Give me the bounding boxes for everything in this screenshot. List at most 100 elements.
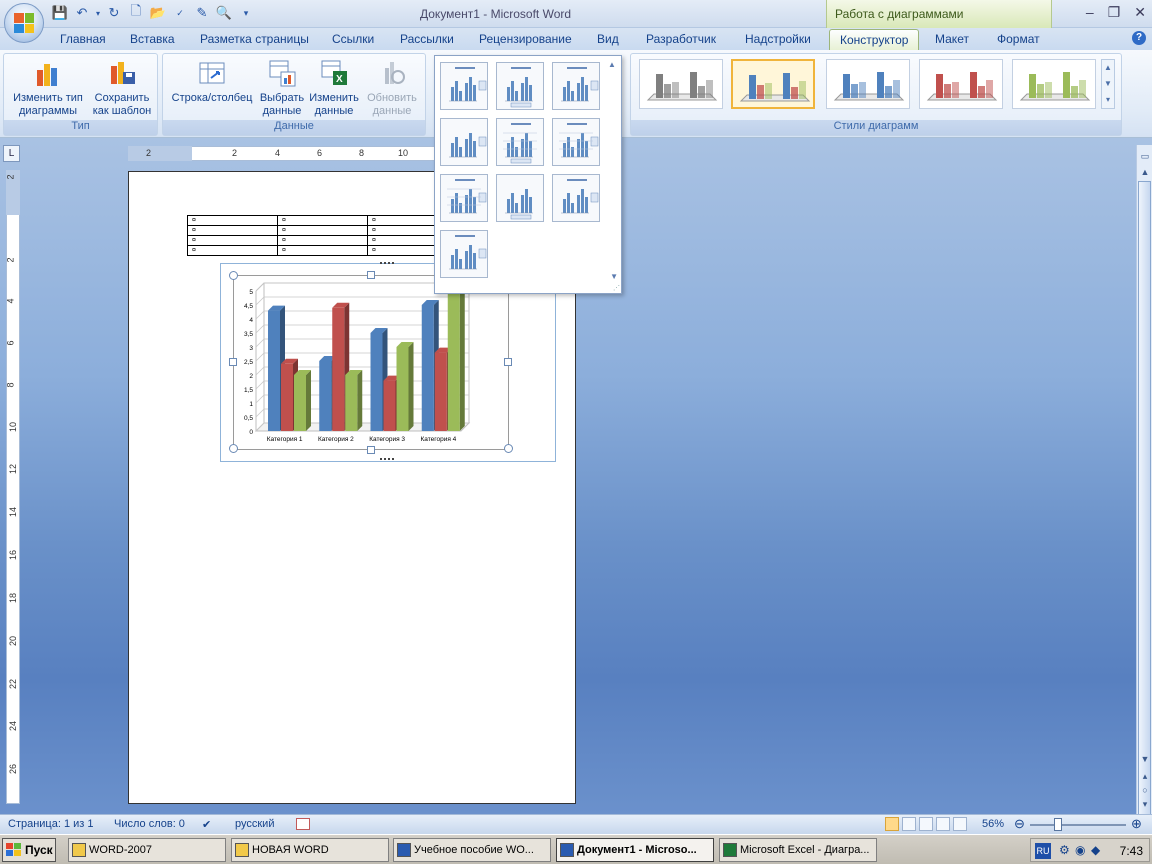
input-language[interactable]: RU — [1035, 843, 1051, 859]
chart-layout-8[interactable] — [496, 174, 544, 222]
change-chart-type-button[interactable]: Изменить тип диаграммы — [8, 58, 88, 118]
preview-icon[interactable]: 🔍 — [214, 4, 234, 22]
resize-handle[interactable] — [229, 271, 238, 280]
chart-style-4[interactable] — [919, 59, 1003, 109]
minimize-button[interactable]: – — [1086, 4, 1094, 21]
outline-view-button[interactable] — [936, 817, 950, 831]
taskbar-task[interactable]: НОВАЯ WORD — [231, 838, 389, 862]
tab-format[interactable]: Формат — [997, 32, 1040, 46]
table-cell[interactable]: ¤ — [277, 235, 368, 246]
tab-view[interactable]: Вид — [597, 32, 619, 46]
restore-button[interactable]: ❐ — [1108, 4, 1121, 21]
table-cell[interactable]: ¤ — [187, 235, 278, 246]
spelling-icon[interactable]: ✓ — [170, 4, 190, 22]
table-row[interactable]: ¤ ¤ ¤ — [187, 235, 458, 246]
taskbar-task[interactable]: Microsoft Excel - Диагра... — [719, 838, 877, 862]
language-indicator[interactable]: русский — [235, 818, 274, 830]
chart-layout-7[interactable] — [440, 174, 488, 222]
start-button[interactable]: Пуск — [2, 838, 56, 862]
browse-object-button[interactable]: ○ — [1138, 783, 1152, 797]
save-icon[interactable]: 💾 — [50, 4, 70, 22]
table-cell[interactable]: ¤ — [277, 215, 368, 226]
tab-developer[interactable]: Разработчик — [646, 32, 716, 46]
chart-style-2[interactable] — [731, 59, 815, 109]
bar-3-4[interactable] — [447, 286, 465, 431]
resize-handle[interactable] — [504, 358, 512, 366]
tab-addins[interactable]: Надстройки — [745, 32, 811, 46]
taskbar-task[interactable]: Учебное пособие WO... — [393, 838, 551, 862]
next-page-button[interactable]: ▾ — [1138, 797, 1152, 811]
close-button[interactable]: ✕ — [1134, 4, 1146, 21]
tab-page-layout[interactable]: Разметка страницы — [200, 32, 309, 46]
chart-layout-3[interactable] — [552, 62, 600, 110]
table-cell[interactable]: ¤ — [277, 245, 368, 256]
zoom-slider[interactable] — [1030, 824, 1126, 826]
bar-3-3[interactable] — [396, 342, 414, 431]
tab-design[interactable]: Конструктор — [829, 29, 920, 51]
help-icon[interactable]: ? — [1132, 31, 1146, 45]
chart-layout-4[interactable] — [440, 118, 488, 166]
table-cell[interactable]: ¤ — [187, 225, 278, 236]
save-as-template-button[interactable]: Сохранить как шаблон — [88, 58, 156, 118]
resize-handle[interactable] — [229, 444, 238, 453]
zoom-level[interactable]: 56% — [982, 818, 1004, 830]
open-icon[interactable]: 📂 — [148, 4, 168, 22]
chart-layout-6[interactable] — [552, 118, 600, 166]
zoom-out-icon[interactable]: ⊖ — [1014, 816, 1025, 832]
chart-style-3[interactable] — [826, 59, 910, 109]
web-layout-button[interactable] — [919, 817, 933, 831]
tray-icon-volume[interactable]: ◆ — [1091, 843, 1100, 857]
tab-insert[interactable]: Вставка — [130, 32, 175, 46]
tray-icon-network[interactable]: ⚙ — [1059, 843, 1070, 857]
full-screen-reading-button[interactable] — [902, 817, 916, 831]
chart-layout-1[interactable] — [440, 62, 488, 110]
resize-handle[interactable] — [367, 446, 375, 454]
edit-icon[interactable]: ✎ — [192, 4, 212, 22]
switch-row-column-button[interactable]: Строка/столбец — [167, 58, 257, 105]
move-grip-icon[interactable] — [380, 458, 394, 461]
view-ruler-icon[interactable]: ▭ — [1138, 149, 1152, 163]
proofing-icon[interactable]: ✔ — [202, 818, 211, 831]
chart-style-1[interactable] — [639, 59, 723, 109]
vertical-ruler[interactable] — [6, 170, 20, 804]
undo-icon[interactable]: ↶ — [72, 4, 92, 22]
scroll-down-button[interactable]: ▼ — [1138, 752, 1152, 766]
table-row[interactable]: ¤ ¤ ¤ — [187, 215, 458, 226]
table-cell[interactable]: ¤ — [187, 245, 278, 256]
taskbar-task[interactable]: Документ1 - Microso... — [556, 838, 714, 862]
refresh-data-button[interactable]: Обновить данные — [361, 58, 423, 118]
edit-data-button[interactable]: X Изменить данные — [307, 58, 361, 118]
office-button[interactable] — [4, 3, 44, 43]
page-count[interactable]: Страница: 1 из 1 — [8, 818, 94, 830]
table-row[interactable]: ¤ ¤ ¤ — [187, 245, 458, 256]
scroll-up-button[interactable]: ▲ — [1138, 165, 1152, 179]
chart-style-5[interactable] — [1012, 59, 1096, 109]
word-count[interactable]: Число слов: 0 — [114, 818, 185, 830]
chart-layout-2[interactable] — [496, 62, 544, 110]
print-layout-view-button[interactable] — [885, 817, 899, 831]
tab-review[interactable]: Рецензирование — [479, 32, 572, 46]
tray-icon-security[interactable]: ◉ — [1075, 843, 1085, 857]
chart-layout-10[interactable] — [440, 230, 488, 278]
taskbar-task[interactable]: WORD-2007 — [68, 838, 226, 862]
dropdown-scroll-down[interactable]: ▼ — [610, 272, 618, 281]
prev-page-button[interactable]: ▴ — [1138, 769, 1152, 783]
tab-layout[interactable]: Макет — [935, 32, 969, 46]
resize-handle[interactable] — [367, 271, 375, 279]
tab-home[interactable]: Главная — [60, 32, 106, 46]
tab-selector[interactable]: L — [3, 145, 20, 162]
redo-icon[interactable]: ↻ — [104, 4, 124, 22]
gallery-scroll[interactable]: ▲ ▼ ▾ — [1101, 59, 1115, 109]
macro-record-icon[interactable] — [296, 818, 310, 830]
word-table[interactable]: ¤ ¤ ¤ ¤ ¤ ¤ ¤ ¤ ¤ ¤ ¤ ¤ — [187, 215, 458, 256]
select-data-button[interactable]: Выбрать данные — [257, 58, 307, 118]
table-row[interactable]: ¤ ¤ ¤ — [187, 225, 458, 236]
table-cell[interactable]: ¤ — [277, 225, 368, 236]
move-grip-icon[interactable] — [380, 262, 394, 265]
resize-grip-icon[interactable]: ⋰ — [613, 284, 620, 292]
resize-handle[interactable] — [229, 358, 237, 366]
bar-3-1[interactable] — [294, 370, 311, 431]
bar-3-2[interactable] — [345, 370, 363, 431]
vertical-scrollbar[interactable]: ▭ ▲ ▼ ▴ ○ ▾ — [1136, 145, 1152, 864]
chart-area[interactable]: 0 0,5 1 1,5 2 2,5 3 3,5 4 4,5 5 Категория 1 Категори… — [233, 275, 509, 450]
